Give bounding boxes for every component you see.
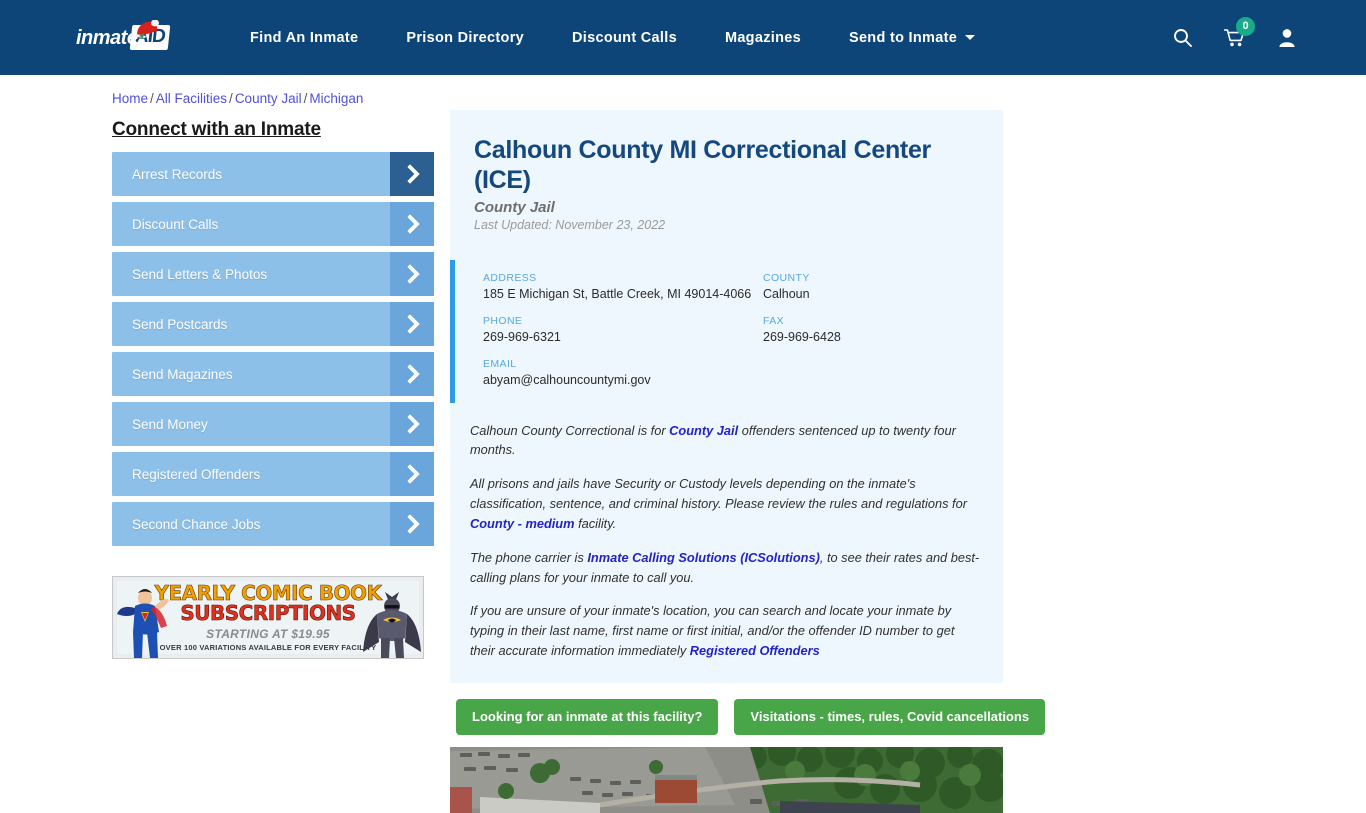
info-field-phone: PHONE 269-969-6321 (483, 315, 763, 346)
breadcrumb-item-home[interactable]: Home (112, 91, 148, 106)
facility-contact-info: ADDRESS 185 E Michigan St, Battle Creek,… (450, 260, 1003, 403)
info-label: ADDRESS (483, 272, 537, 284)
site-logo[interactable]: inmate AID (76, 18, 186, 58)
link-county-jail[interactable]: County Jail (669, 423, 738, 438)
breadcrumb-item-all-facilities[interactable]: All Facilities (156, 91, 227, 106)
primary-nav-links: Find An Inmate Prison Directory Discount… (250, 30, 1023, 46)
description-paragraph-3: The phone carrier is Inmate Calling Solu… (470, 548, 981, 588)
visitations-button[interactable]: Visitations - times, rules, Covid cancel… (734, 698, 1046, 735)
desc-text: Calhoun County Correctional is for (470, 422, 670, 438)
info-field-address: ADDRESS 185 E Michigan St, Battle Creek,… (483, 272, 763, 303)
nav-icon-group: 0 (1173, 0, 1296, 75)
cart-count-badge: 0 (1236, 16, 1255, 36)
last-updated-text: Last Updated: November 23, 2022 (474, 218, 666, 232)
info-field-email: EMAIL abyam@calhouncountymi.gov (483, 358, 763, 389)
page-title: Calhoun County MI Correctional Center (I… (474, 136, 931, 194)
link-icsolutions[interactable]: Inmate Calling Solutions (ICSolutions) (587, 550, 819, 565)
description-paragraph-1: Calhoun County Correctional is for Count… (470, 421, 981, 461)
facility-header: Calhoun County MI Correctional Center (I… (450, 136, 1003, 232)
info-field-fax: FAX 269-969-6428 (763, 315, 1003, 346)
cart-button[interactable]: 0 (1224, 16, 1255, 48)
info-value: Calhoun (763, 287, 810, 301)
looking-for-inmate-button[interactable]: Looking for an inmate at this facility? (456, 698, 719, 735)
desc-text: All prisons and jails have Security or C… (470, 476, 967, 512)
breadcrumb-separator: / (303, 91, 308, 106)
link-registered-offenders[interactable]: Registered Offenders (690, 643, 820, 658)
user-account-icon (1279, 29, 1295, 47)
facility-description: Calhoun County Correctional is for Count… (450, 403, 1003, 683)
breadcrumb-item-county-jail[interactable]: County Jail (235, 91, 302, 106)
info-value: 185 E Michigan St, Battle Creek, MI 4901… (483, 287, 752, 301)
nav-link-discount-calls[interactable]: Discount Calls (572, 30, 677, 46)
nav-link-find-an-inmate[interactable]: Find An Inmate (250, 30, 358, 46)
action-button-row: Looking for an inmate at this facility? … (450, 683, 1046, 747)
info-field-empty (763, 358, 1003, 389)
account-button[interactable] (1278, 28, 1296, 47)
nav-link-send-to-inmate[interactable]: Send to Inmate (849, 30, 975, 46)
aerial-photo-graphic (450, 746, 1003, 813)
desc-text: facility. (574, 515, 617, 531)
breadcrumb-separator: / (229, 91, 233, 106)
facility-type-label: County Jail (474, 199, 555, 216)
aerial-facility-photo (450, 746, 1003, 813)
info-label: EMAIL (483, 357, 517, 370)
search-icon (1174, 29, 1192, 47)
search-button[interactable] (1173, 28, 1192, 47)
breadcrumb-separator: / (150, 91, 154, 106)
info-label: COUNTY (763, 272, 810, 284)
desc-text: The phone carrier is (470, 549, 588, 565)
info-label: PHONE (483, 314, 523, 327)
description-paragraph-4: If you are unsure of your inmate's locat… (470, 601, 981, 660)
info-value[interactable]: 269-969-6321 (483, 329, 763, 346)
info-label: FAX (763, 314, 785, 327)
info-field-county: COUNTY Calhoun (763, 272, 1003, 303)
facility-detail-panel: Calhoun County MI Correctional Center (I… (450, 110, 1003, 683)
nav-link-magazines[interactable]: Magazines (725, 30, 801, 46)
description-paragraph-2: All prisons and jails have Security or C… (470, 474, 981, 533)
logo-wordmark: inmate (76, 26, 138, 49)
breadcrumb: Home / All Facilities / County Jail / Michigan (112, 91, 363, 106)
info-value[interactable]: abyam@calhouncountymi.gov (483, 372, 763, 389)
link-county-medium[interactable]: County - medium (470, 516, 575, 531)
top-navigation-bar: inmate AID Find An Inmate Prison Directo… (0, 0, 1366, 75)
main-content-region: Calhoun County MI Correctional Center (I… (0, 110, 1366, 813)
nav-link-prison-directory[interactable]: Prison Directory (406, 30, 524, 46)
info-value: 269-969-6428 (763, 329, 841, 344)
